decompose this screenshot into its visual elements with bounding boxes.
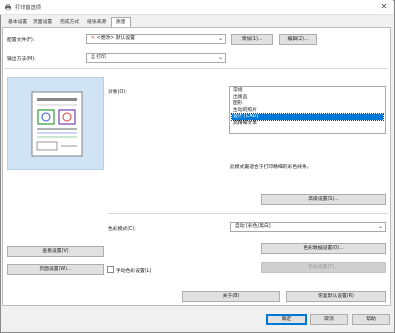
layout-settings-button[interactable]: 页面设置(W)... [7, 264, 104, 275]
close-icon[interactable]: ✕ [378, 2, 390, 12]
separator [5, 68, 388, 69]
objective-item-graphics[interactable]: 图形 [232, 101, 383, 107]
about-button[interactable]: 关于(B) [182, 291, 280, 302]
view-settings-button[interactable]: 查看设置(V) [7, 246, 104, 257]
profile-label: 配置文件(F): [7, 38, 35, 43]
title-bar: 打印首选项 ✕ [0, 0, 393, 15]
ok-button[interactable]: 确定 [266, 314, 307, 325]
window-title: 打印首选项 [15, 5, 41, 11]
edit-profile-button[interactable]: 编辑(2)... [279, 34, 317, 45]
page-preview-icon [31, 91, 83, 157]
chevron-down-icon: ⌄ [217, 54, 223, 61]
output-method-label: 输出方法(M): [7, 57, 36, 62]
output-method-select[interactable]: ⎙ 打印 ⌄ [86, 53, 226, 63]
restore-defaults-button[interactable]: 恢复默认设置(R) [286, 291, 386, 302]
help-button[interactable]: 帮助 [352, 314, 390, 325]
printer-icon [5, 4, 11, 11]
objective-item-vivid-photos[interactable]: 生动的照片 [232, 108, 383, 114]
objective-item-high-res-text[interactable]: 高精细文本 [232, 121, 383, 127]
print-preview [7, 77, 104, 170]
profile-value: <更改> 默认设置 [96, 36, 135, 41]
chevron-down-icon: ⌄ [377, 223, 383, 230]
objective-item-publications[interactable]: 出版品 [232, 95, 383, 101]
printer-small-icon: ⎙ [91, 55, 95, 60]
color-settings-button[interactable]: 色彩设置(T)... [261, 262, 386, 273]
tab-strip: 基本设置 页面设置 完成方式 纸张来源 质量 [0, 15, 393, 28]
objective-item-design-cad[interactable]: 设计 [CAD] [231, 113, 384, 121]
manual-color-checkbox[interactable] [107, 266, 114, 273]
chevron-down-icon: ⌄ [217, 35, 223, 42]
advanced-settings-button[interactable]: 高级设置(S)... [261, 194, 386, 205]
color-data-settings-button[interactable]: 色彩数据设置(0)... [261, 243, 386, 254]
pencil-icon: ✎ [91, 36, 96, 41]
color-mode-select[interactable]: 自动 [彩色/黑白] ⌄ [230, 222, 386, 232]
objective-item-general[interactable]: 常规 [232, 88, 383, 94]
objective-listbox[interactable]: 常规 出版品 图形 生动的照片 设计 [CAD] 高精细文本 [229, 86, 386, 134]
color-mode-label: 色彩模式(C): [108, 227, 136, 232]
add-profile-button[interactable]: 添加(1)... [231, 34, 273, 45]
separator [108, 213, 388, 214]
objective-description: 此模式最适合于打印精细的彩色线条。 [230, 165, 312, 170]
profile-select[interactable]: ✎ <更改> 默认设置 ⌄ [86, 34, 226, 44]
output-method-value: 打印 [96, 55, 106, 60]
cancel-button[interactable]: 取消 [310, 314, 348, 325]
manual-color-label: 手动色彩设置(L) [116, 269, 152, 274]
objective-label: 对象(O): [108, 90, 127, 95]
color-mode-value: 自动 [彩色/黑白] [235, 224, 271, 229]
